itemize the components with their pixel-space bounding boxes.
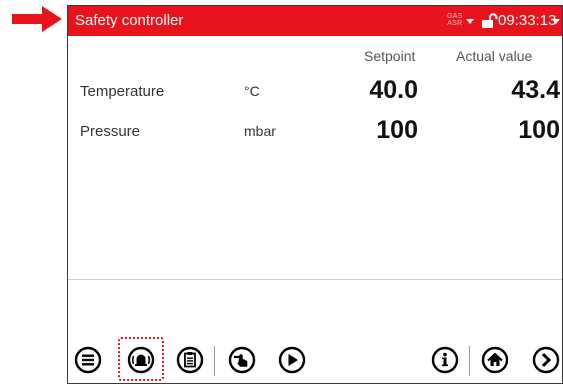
- gas-asr-indicator[interactable]: GAS ASR: [447, 13, 463, 27]
- next-page-button[interactable]: [532, 346, 560, 374]
- toolbar-separator: [214, 346, 215, 376]
- toolbar-separator: [469, 346, 470, 376]
- temperature-actual: 43.4: [511, 76, 560, 104]
- pressure-unit: mbar: [244, 123, 276, 139]
- asr-label: ASR: [447, 20, 463, 27]
- gas-label: GAS: [447, 13, 463, 20]
- menu-list-icon: [74, 346, 102, 374]
- page-title: Safety controller: [75, 12, 184, 29]
- setpoint-header: Setpoint: [364, 48, 416, 64]
- title-bar: Safety controller GAS ASR 09:33:13: [68, 6, 562, 36]
- temperature-label: Temperature: [80, 83, 165, 100]
- pressure-setpoint: 100: [376, 116, 418, 144]
- clock-time[interactable]: 09:33:13: [498, 12, 556, 29]
- actual-value-header: Actual value: [456, 48, 533, 64]
- clipboard-icon: [176, 346, 204, 374]
- info-button[interactable]: [431, 346, 459, 374]
- pressure-label: Pressure: [80, 123, 141, 140]
- forward-arrow-icon: [532, 346, 560, 374]
- clock-dropdown-icon[interactable]: [552, 19, 560, 24]
- annotation-arrow-right: [12, 6, 62, 32]
- temperature-unit: °C: [244, 83, 260, 99]
- gas-dropdown-icon[interactable]: [466, 19, 474, 24]
- toolbar-divider: [68, 279, 562, 280]
- event-list-button[interactable]: [176, 346, 204, 374]
- unlock-icon[interactable]: [481, 13, 499, 29]
- start-program-button[interactable]: [278, 346, 306, 374]
- manual-control-icon: [228, 346, 256, 374]
- controller-screen: Safety controller GAS ASR 09:33:13 Setpo…: [67, 5, 563, 384]
- manual-operation-button[interactable]: [228, 346, 256, 374]
- pressure-actual: 100: [518, 116, 560, 144]
- temperature-setpoint: 40.0: [369, 76, 418, 104]
- alarm-button-highlight: [118, 337, 164, 381]
- play-icon: [278, 346, 306, 374]
- menu-list-button[interactable]: [74, 346, 102, 374]
- home-icon: [481, 346, 509, 374]
- info-icon: [431, 346, 459, 374]
- home-button[interactable]: [481, 346, 509, 374]
